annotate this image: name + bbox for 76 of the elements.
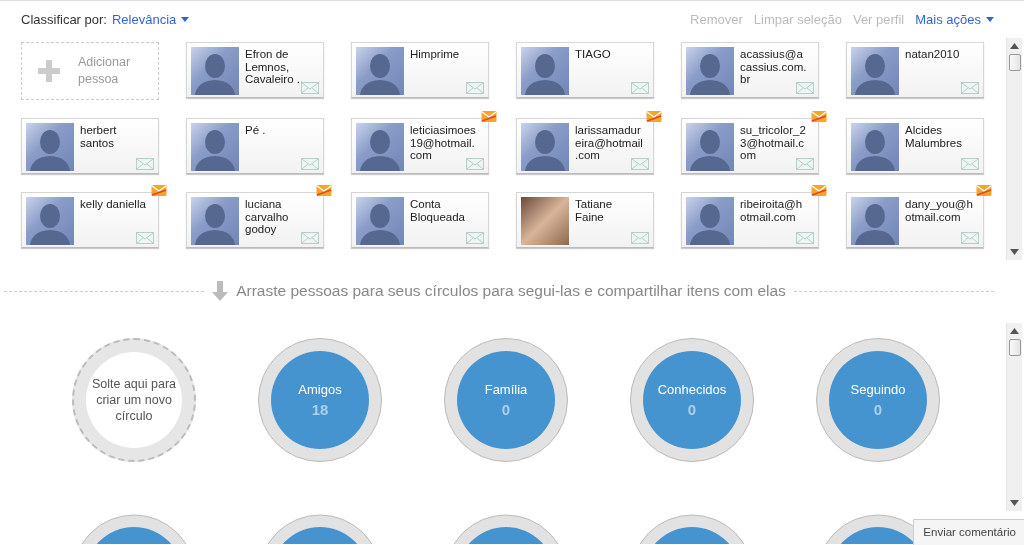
person-name: Pé . — [245, 123, 267, 137]
circle-count: 0 — [687, 401, 697, 418]
envelope-icon[interactable] — [136, 232, 154, 244]
envelope-icon[interactable] — [631, 82, 649, 94]
envelope-icon[interactable] — [796, 158, 814, 170]
sort-dropdown[interactable]: Relevância — [111, 12, 190, 27]
person-name: Alcides Malumbres — [905, 123, 963, 149]
scroll-down-icon[interactable] — [1010, 500, 1019, 506]
caret-icon — [181, 17, 190, 22]
envelope-icon[interactable] — [136, 158, 154, 170]
person-name: TIAGO — [575, 47, 612, 61]
person-name: Himprime — [410, 47, 461, 61]
action-link[interactable]: Mais ações — [915, 12, 994, 27]
person-name: Efron de Lemnos, Cavaleiro .. — [245, 47, 305, 86]
person-name: luciana carvalho godoy — [245, 197, 290, 236]
person-name: kelly daniella — [80, 197, 147, 211]
person-name: larissamadureira@hotmail.com — [575, 123, 643, 162]
envelope-icon[interactable] — [301, 82, 319, 94]
person-card[interactable]: acassius@acassius.com.br — [681, 42, 819, 98]
person-name: Tatiane Faine — [575, 197, 614, 223]
person-card[interactable]: kelly daniella — [21, 192, 159, 248]
scroll-up-icon[interactable] — [1010, 328, 1019, 334]
person-card[interactable]: Conta Bloqueada — [351, 192, 489, 248]
person-card[interactable]: Efron de Lemnos, Cavaleiro .. — [186, 42, 324, 98]
scroll-thumb[interactable] — [1008, 54, 1021, 71]
drag-hint: Arraste pessoas para seus círculos para segui-las e compartilhar itens com elas — [236, 282, 786, 300]
scroll-thumb[interactable] — [1008, 339, 1021, 356]
person-card[interactable]: su_tricolor_23@hotmail.com — [681, 118, 819, 174]
person-card[interactable]: leticiasimoes19@hotmail.com — [351, 118, 489, 174]
envelope-icon[interactable] — [796, 82, 814, 94]
person-name: dany_you@hotmail.com — [905, 197, 973, 223]
person-card[interactable]: luciana carvalho godoy — [186, 192, 324, 248]
person-name: ribeiroita@hotmail.com — [740, 197, 804, 223]
feedback-button[interactable]: Enviar comentário — [913, 519, 1024, 545]
person-card[interactable]: Himprime — [351, 42, 489, 98]
person-card[interactable]: Alcides Malumbres — [846, 118, 984, 174]
person-name: su_tricolor_23@hotmail.com — [740, 123, 807, 162]
envelope-icon[interactable] — [796, 232, 814, 244]
person-card[interactable]: herbert santos — [21, 118, 159, 174]
circle-name: Seguindo — [850, 382, 906, 397]
person-card[interactable]: larissamadureira@hotmail.com — [516, 118, 654, 174]
circle-count: 0 — [873, 401, 883, 418]
envelope-icon[interactable] — [631, 158, 649, 170]
person-name: natan2010 — [905, 47, 961, 61]
person-card[interactable]: ribeiroita@hotmail.com — [681, 192, 819, 248]
envelope-icon[interactable] — [466, 158, 484, 170]
scroll-down-icon[interactable] — [1010, 249, 1019, 255]
envelope-icon[interactable] — [961, 158, 979, 170]
new-circle-dropzone[interactable]: Solte aqui para criar um novo círculo — [72, 338, 196, 462]
envelope-icon[interactable] — [301, 158, 319, 170]
envelope-icon[interactable] — [466, 82, 484, 94]
person-name: leticiasimoes19@hotmail.com — [410, 123, 477, 162]
sort-label: Classificar por: — [21, 12, 107, 27]
circle-name: Conhecidos — [657, 382, 727, 397]
envelope-icon[interactable] — [961, 82, 979, 94]
plus-icon — [38, 60, 60, 82]
person-card[interactable]: TIAGO — [516, 42, 654, 98]
circle-count: 18 — [311, 401, 329, 418]
circle-name: Amigos — [298, 382, 342, 397]
scroll-up-icon[interactable] — [1010, 43, 1019, 49]
envelope-icon[interactable] — [301, 232, 319, 244]
circle-count: 0 — [501, 401, 511, 418]
person-name: acassius@acassius.com.br — [740, 47, 808, 86]
circle-name: Família — [484, 382, 528, 397]
scrollbar[interactable] — [1006, 323, 1022, 511]
person-card[interactable]: natan2010 — [846, 42, 984, 98]
person-card[interactable]: dany_you@hotmail.com — [846, 192, 984, 248]
envelope-icon[interactable] — [466, 232, 484, 244]
scrollbar[interactable] — [1006, 38, 1022, 260]
envelope-icon[interactable] — [961, 232, 979, 244]
down-arrow-icon — [212, 281, 229, 301]
envelope-icon[interactable] — [631, 232, 649, 244]
person-card[interactable]: Pé . — [186, 118, 324, 174]
person-name: herbert santos — [80, 123, 118, 149]
person-name: Conta Bloqueada — [410, 197, 466, 223]
person-card[interactable]: Tatiane Faine — [516, 192, 654, 248]
